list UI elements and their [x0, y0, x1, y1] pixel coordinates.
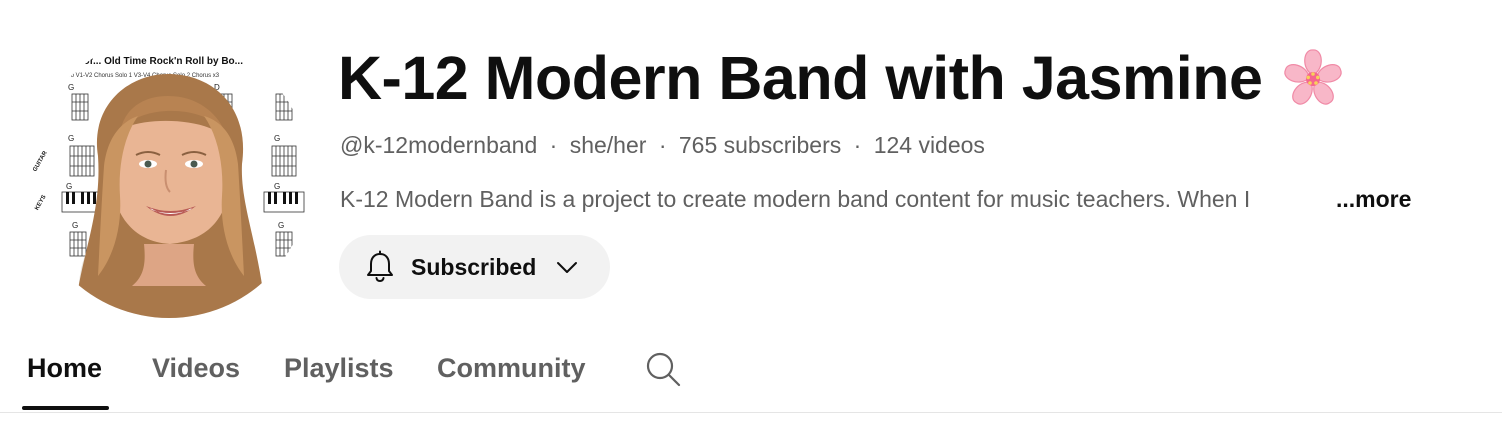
meta-separator: · [549, 132, 558, 158]
tab-community[interactable]: Community [437, 350, 586, 386]
subscribed-label: Subscribed [411, 253, 537, 280]
meta-separator: · [658, 132, 667, 158]
bell-icon [367, 250, 393, 283]
avatar-sheet-title: ...ple of... Old Time Rock'n Roll by Bo.… [58, 56, 243, 67]
search-icon[interactable] [644, 350, 682, 388]
avatar-chord-letter: G [66, 182, 72, 191]
avatar-chord-letter: G [274, 134, 280, 143]
tab-videos[interactable]: Videos [152, 350, 240, 386]
channel-description[interactable]: K-12 Modern Band is a project to create … [340, 184, 1420, 214]
channel-tabs: Home Videos Playlists Community [0, 330, 1502, 413]
channel-meta: @k-12modernband · she/her · 765 subscrib… [340, 130, 985, 160]
channel-pronouns: she/her [569, 132, 647, 158]
subscribed-button[interactable]: Subscribed [339, 235, 610, 299]
video-count: 124 videos [873, 132, 985, 158]
channel-description-text: K-12 Modern Band is a project to create … [340, 186, 1251, 212]
tab-home[interactable]: Home [27, 350, 102, 386]
subscriber-count: 765 subscribers [678, 132, 842, 158]
active-tab-indicator [22, 406, 109, 410]
avatar-chord-letter: G [274, 182, 280, 191]
tab-playlists[interactable]: Playlists [284, 350, 394, 386]
more-link[interactable]: ...more [1336, 184, 1411, 214]
avatar-chord-letter: G [68, 83, 74, 92]
avatar-chord-letter: G [72, 221, 78, 230]
channel-avatar[interactable]: ...ple of... Old Time Rock'n Roll by Bo.… [28, 36, 310, 318]
chevron-down-icon [557, 262, 578, 273]
avatar-chord-letter: G [278, 221, 284, 230]
avatar-sheet-subtitle: Intro V1-V2 Chorus Solo 1 V3-V4 Chorus S… [62, 73, 220, 79]
meta-separator: · [853, 132, 862, 158]
avatar-chord-letter: G [68, 134, 74, 143]
channel-name: K-12 Modern Band with Jasmine [338, 43, 1263, 112]
cherry-blossom-emoji [1284, 49, 1343, 105]
channel-handle: @k-12modernband [340, 132, 538, 158]
